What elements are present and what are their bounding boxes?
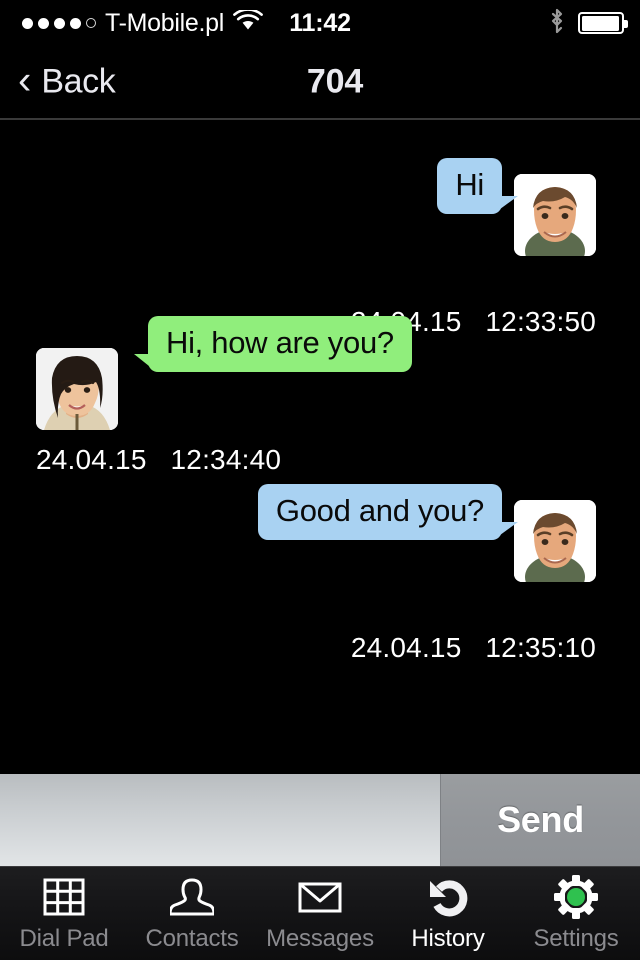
tab-contacts[interactable]: Contacts <box>128 867 256 960</box>
tab-label-history: History <box>411 925 485 952</box>
undo-arrow-icon <box>425 874 471 920</box>
tab-dial-pad[interactable]: Dial Pad <box>0 867 128 960</box>
avatar-male <box>514 500 596 582</box>
carrier-label: T-Mobile.pl <box>105 8 224 37</box>
tab-label-dial-pad: Dial Pad <box>19 925 109 952</box>
signal-dot <box>22 17 33 29</box>
message-row: Good and you? 24.04.15 12:35:10 <box>0 484 640 663</box>
status-bar: T-Mobile.pl 11:42 <box>0 0 640 46</box>
gear-icon <box>553 874 599 920</box>
avatar-male <box>514 174 596 256</box>
tab-label-messages: Messages <box>266 925 374 952</box>
tab-messages[interactable]: Messages <box>256 867 384 960</box>
signal-dot <box>38 17 49 29</box>
message-row: Hi, how are you? 24.04.15 12:34:40 <box>0 316 640 475</box>
tab-label-contacts: Contacts <box>145 925 239 952</box>
envelope-icon <box>297 874 343 920</box>
send-button[interactable]: Send <box>440 774 640 866</box>
message-line-outgoing: Good and you? <box>0 484 640 582</box>
message-timestamp: 24.04.15 12:35:10 <box>350 632 596 663</box>
tab-label-settings: Settings <box>533 925 619 952</box>
message-timestamp: 24.04.15 12:34:40 <box>36 444 282 475</box>
send-button-label: Send <box>497 799 584 840</box>
compose-bar: Send <box>0 774 640 866</box>
battery-icon <box>578 12 628 34</box>
tab-history[interactable]: History <box>384 867 512 960</box>
wifi-icon <box>233 7 263 37</box>
message-row: Hi 24.04.15 12:33:50 <box>0 158 640 337</box>
signal-dot <box>54 17 65 29</box>
message-bubble-incoming[interactable]: Hi, how are you? <box>134 316 412 372</box>
message-bubble-outgoing[interactable]: Good and you? <box>257 484 519 540</box>
status-bar-left: T-Mobile.pl <box>22 7 263 38</box>
battery-fill <box>581 15 620 31</box>
bluetooth-icon <box>548 7 566 40</box>
dialpad-grid-icon <box>42 874 86 920</box>
avatar-female <box>36 348 118 430</box>
status-bar-right <box>548 7 628 40</box>
signal-dot-empty <box>86 18 96 28</box>
tab-bar: Dial Pad Contacts Messages History Setti… <box>0 866 640 960</box>
person-icon <box>170 874 214 920</box>
signal-dot <box>70 17 81 29</box>
signal-strength-icon <box>22 17 96 29</box>
message-bubble-outgoing[interactable]: Hi <box>437 158 518 214</box>
phone-screen: T-Mobile.pl 11:42 ‹ Back 704 Hi 24.04.15… <box>0 0 640 960</box>
message-line-outgoing: Hi <box>0 158 640 256</box>
page-title: 704 <box>306 62 364 101</box>
message-thread[interactable]: Hi 24.04.15 12:33:50 Hi, how are you? 24… <box>0 122 640 774</box>
tab-settings[interactable]: Settings <box>512 867 640 960</box>
message-input[interactable] <box>0 774 440 866</box>
navigation-bar: ‹ Back 704 <box>0 46 640 120</box>
